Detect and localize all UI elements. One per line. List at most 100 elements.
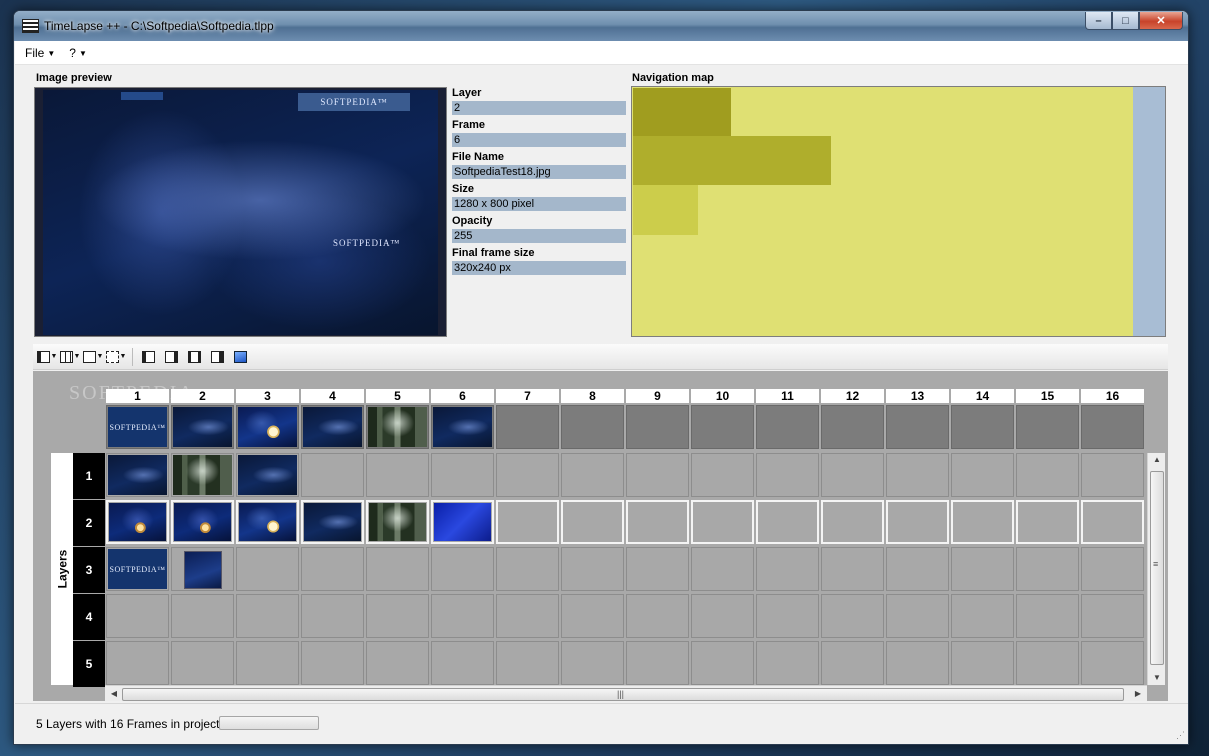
- layer-frame-cell[interactable]: [691, 500, 754, 544]
- master-frame-cell[interactable]: [626, 405, 689, 449]
- layer-frame-cell[interactable]: [691, 453, 754, 497]
- layer-frame-cell[interactable]: [496, 453, 559, 497]
- layer-frame-cell[interactable]: [951, 453, 1014, 497]
- scroll-up-arrow-icon[interactable]: ▲: [1148, 455, 1166, 464]
- layer-frame-cell[interactable]: [561, 453, 624, 497]
- master-frame-cell[interactable]: [1081, 405, 1144, 449]
- master-frame-cell[interactable]: [431, 405, 494, 449]
- scroll-left-arrow-icon[interactable]: ◀: [105, 689, 123, 698]
- layer-frame-cell[interactable]: [171, 500, 234, 544]
- layer-frame-cell[interactable]: [236, 594, 299, 638]
- layer-frame-cell[interactable]: [691, 594, 754, 638]
- layer-frame-cell[interactable]: [1016, 547, 1079, 591]
- grid-layout-button[interactable]: ▼: [59, 347, 81, 367]
- layer-frame-cell[interactable]: [821, 547, 884, 591]
- layer-frame-cell[interactable]: [886, 547, 949, 591]
- frame-column-header[interactable]: 6: [431, 389, 494, 403]
- layer-frame-cell[interactable]: [171, 641, 234, 685]
- frame-column-header[interactable]: 15: [1016, 389, 1079, 403]
- layer-row-header[interactable]: 1: [73, 453, 105, 499]
- horizontal-scrollbar[interactable]: ◀ ||| ▶: [105, 685, 1147, 701]
- resize-grip-icon[interactable]: ⋰: [1176, 730, 1185, 741]
- layer-frame-cell[interactable]: SOFTPEDIA™: [106, 547, 169, 591]
- layer-frame-cell[interactable]: [301, 547, 364, 591]
- master-frame-cell[interactable]: SOFTPEDIA™: [106, 405, 169, 449]
- layer-frame-cell[interactable]: [886, 453, 949, 497]
- layer-frame-cell[interactable]: [496, 594, 559, 638]
- master-frame-cell[interactable]: [561, 405, 624, 449]
- master-frame-cell[interactable]: [366, 405, 429, 449]
- select-mode-button[interactable]: ▼: [36, 347, 58, 367]
- layer-frame-cell[interactable]: [236, 547, 299, 591]
- layer-frame-cell[interactable]: [756, 547, 819, 591]
- layer-row-header[interactable]: 2: [73, 500, 105, 546]
- layer-frame-cell[interactable]: [106, 500, 169, 544]
- layer-row-header[interactable]: 4: [73, 594, 105, 640]
- layer-frame-cell[interactable]: [951, 641, 1014, 685]
- frame-column-header[interactable]: 4: [301, 389, 364, 403]
- layer-frame-cell[interactable]: [301, 594, 364, 638]
- title-bar[interactable]: TimeLapse ++ - C:\Softpedia\Softpedia.tl…: [14, 11, 1188, 41]
- nav-block-layer-3[interactable]: [633, 185, 698, 235]
- layer-frame-cell[interactable]: [756, 500, 819, 544]
- menu-file[interactable]: File ▼: [25, 46, 55, 60]
- layer-frame-cell[interactable]: [626, 594, 689, 638]
- master-frame-cell[interactable]: [236, 405, 299, 449]
- frame-button[interactable]: ▼: [82, 347, 104, 367]
- layer-frame-cell[interactable]: [366, 594, 429, 638]
- scroll-down-arrow-icon[interactable]: ▼: [1148, 673, 1166, 682]
- layer-frame-cell[interactable]: [821, 594, 884, 638]
- layer-frame-cell[interactable]: [1016, 594, 1079, 638]
- frame-column-header[interactable]: 10: [691, 389, 754, 403]
- master-frame-cell[interactable]: [756, 405, 819, 449]
- layer-frame-cell[interactable]: [366, 453, 429, 497]
- close-button[interactable]: ✕: [1139, 12, 1183, 30]
- master-frame-cell[interactable]: [301, 405, 364, 449]
- layer-frame-cell[interactable]: [561, 641, 624, 685]
- delete-frame-button[interactable]: [183, 347, 205, 367]
- navigation-map[interactable]: [631, 86, 1166, 337]
- master-frame-cell[interactable]: [1016, 405, 1079, 449]
- layer-frame-cell[interactable]: [366, 547, 429, 591]
- layer-frame-cell[interactable]: [496, 641, 559, 685]
- scroll-right-arrow-icon[interactable]: ▶: [1129, 689, 1147, 698]
- layer-frame-cell[interactable]: [431, 641, 494, 685]
- layer-frame-cell[interactable]: [431, 453, 494, 497]
- layer-frame-cell[interactable]: [236, 453, 299, 497]
- master-frame-cell[interactable]: [496, 405, 559, 449]
- layer-frame-cell[interactable]: [1081, 500, 1144, 544]
- nav-block-layer-2[interactable]: [633, 136, 831, 185]
- frame-column-header[interactable]: 9: [626, 389, 689, 403]
- layer-frame-cell[interactable]: [951, 500, 1014, 544]
- layer-frame-cell[interactable]: [1081, 594, 1144, 638]
- layer-frame-cell[interactable]: [1016, 500, 1079, 544]
- frame-column-header[interactable]: 8: [561, 389, 624, 403]
- frame-column-header[interactable]: 7: [496, 389, 559, 403]
- frame-column-header[interactable]: 1: [106, 389, 169, 403]
- layer-frame-cell[interactable]: [1081, 453, 1144, 497]
- layer-frame-cell[interactable]: [431, 547, 494, 591]
- layer-frame-cell[interactable]: [886, 641, 949, 685]
- layer-frame-cell[interactable]: [626, 500, 689, 544]
- layer-frame-cell[interactable]: [236, 641, 299, 685]
- layer-frame-cell[interactable]: [496, 500, 559, 544]
- master-frame-cell[interactable]: [691, 405, 754, 449]
- frame-column-header[interactable]: 5: [366, 389, 429, 403]
- master-frame-cell[interactable]: [821, 405, 884, 449]
- layer-frame-cell[interactable]: [236, 500, 299, 544]
- layer-frame-cell[interactable]: [561, 500, 624, 544]
- frame-column-header[interactable]: 14: [951, 389, 1014, 403]
- layer-frame-cell[interactable]: [821, 641, 884, 685]
- layer-frame-cell[interactable]: [301, 453, 364, 497]
- layer-frame-cell[interactable]: [886, 594, 949, 638]
- layer-frame-cell[interactable]: [951, 594, 1014, 638]
- layer-frame-cell[interactable]: [431, 594, 494, 638]
- frame-column-header[interactable]: 13: [886, 389, 949, 403]
- vertical-scrollbar[interactable]: ▲ ≡ ▼: [1147, 453, 1165, 685]
- layer-frame-cell[interactable]: [106, 641, 169, 685]
- layer-frame-cell[interactable]: [821, 500, 884, 544]
- master-frame-cell[interactable]: [171, 405, 234, 449]
- layer-frame-cell[interactable]: [1016, 641, 1079, 685]
- layer-frame-cell[interactable]: [171, 453, 234, 497]
- layer-frame-cell[interactable]: [886, 500, 949, 544]
